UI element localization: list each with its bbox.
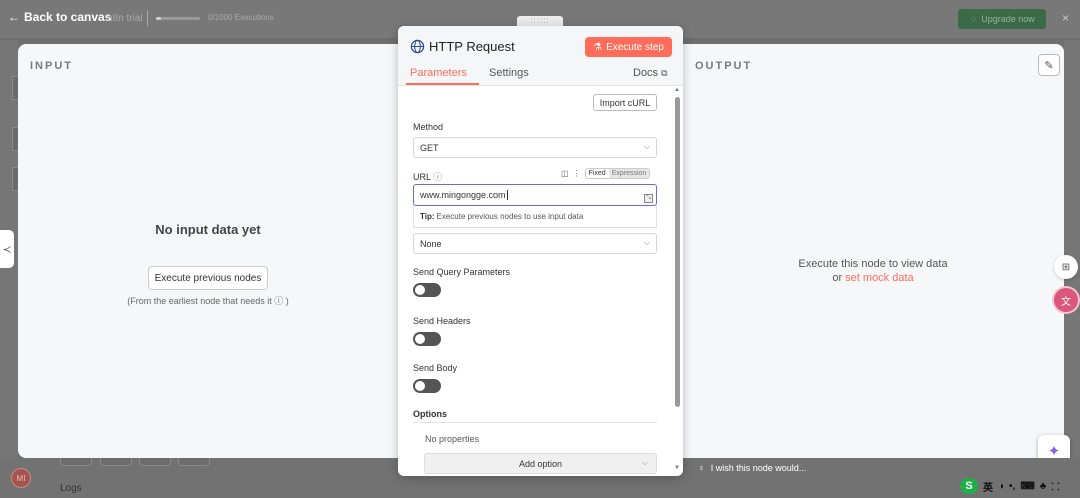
panel-icon[interactable]: ◫ <box>561 169 569 178</box>
execute-step-label: Execute step <box>606 41 664 53</box>
output-empty-message: Execute this node to view data or set mo… <box>682 257 1064 285</box>
dialog-title: HTTP Request <box>429 39 515 54</box>
info-icon: ⓘ <box>433 172 443 182</box>
lightbulb-icon: ♀ <box>698 463 705 473</box>
send-query-parameters-label: Send Query Parameters <box>413 267 511 277</box>
back-to-canvas-label: Back to canvas <box>24 10 112 24</box>
authentication-select[interactable]: None ⌵ <box>413 233 657 254</box>
dialog-body: ▲ ▼ Import cURL Method GET ⌵ URL ⓘ ◫ ⋮ F… <box>398 87 683 476</box>
executions-progress-bar <box>156 17 200 20</box>
tip-text: Execute previous nodes to use input data <box>436 212 584 221</box>
authentication-value: None <box>420 238 442 249</box>
right-background-strip <box>1064 40 1080 458</box>
http-request-dialog: HTTP Request ⚗ Execute step Parameters S… <box>398 26 683 476</box>
import-curl-button[interactable]: Import cURL <box>593 94 657 111</box>
method-label: Method <box>413 122 444 132</box>
globe-icon <box>410 39 425 54</box>
divider <box>147 10 148 26</box>
url-label-text: URL <box>413 172 431 182</box>
execute-step-button[interactable]: ⚗ Execute step <box>585 37 672 57</box>
fixed-option[interactable]: Fixed <box>585 169 609 178</box>
gem-icon: ♢ <box>969 13 978 24</box>
output-panel: OUTPUT ✎ Execute this node to view data … <box>682 44 1064 458</box>
expand-editor-icon[interactable]: ⤡ <box>644 194 653 203</box>
avatar[interactable]: MI <box>11 468 31 488</box>
bottom-tab <box>100 458 132 466</box>
or-text: or <box>832 272 846 284</box>
ime-keyboard-icon[interactable]: ⌨ <box>1020 481 1034 492</box>
ime-user-icon[interactable]: ♣ <box>1040 481 1047 492</box>
send-headers-toggle[interactable] <box>413 332 441 346</box>
method-select[interactable]: GET ⌵ <box>413 137 657 158</box>
output-heading: OUTPUT <box>695 60 753 72</box>
dialog-drag-handle[interactable]: :::::: <box>517 16 563 26</box>
tip-label: Tip: <box>420 212 435 221</box>
input-panel: INPUT No input data yet Execute previous… <box>18 44 398 458</box>
wish-text: I wish this node would... <box>710 463 807 473</box>
bottom-tab <box>178 458 210 466</box>
set-mock-data-link[interactable]: set mock data <box>845 272 913 284</box>
tab-parameters[interactable]: Parameters <box>410 67 467 79</box>
tab-settings[interactable]: Settings <box>489 67 529 79</box>
ime-menu-icon[interactable]: ⸬ <box>1051 479 1059 493</box>
close-icon[interactable]: × <box>1062 11 1069 25</box>
options-label: Options <box>413 409 447 419</box>
panel-toggle-icon[interactable]: ≺ <box>0 230 14 268</box>
expression-option[interactable]: Expression <box>608 169 650 178</box>
url-input[interactable]: www.mingongge.com ⤡ <box>413 184 657 206</box>
fixed-expression-toggle[interactable]: Fixed Expression <box>584 168 651 179</box>
pencil-icon[interactable]: ✎ <box>1038 54 1060 76</box>
dialog-header: HTTP Request ⚗ Execute step Parameters S… <box>398 26 683 86</box>
docs-label: Docs <box>633 67 659 79</box>
method-value: GET <box>420 142 439 153</box>
tab-docs[interactable]: Docs ⧉ <box>633 67 668 79</box>
add-option-label: Add option <box>518 458 563 469</box>
ime-logo-icon[interactable]: S <box>960 478 978 494</box>
scroll-down-icon[interactable]: ▼ <box>674 465 680 471</box>
chevron-down-icon: ⌵ <box>641 458 648 467</box>
trial-label: n8n trial <box>107 13 143 24</box>
send-query-parameters-toggle[interactable] <box>413 283 441 297</box>
upgrade-now-label: Upgrade now <box>981 14 1035 24</box>
ime-language-toggle[interactable]: 英 <box>983 479 993 494</box>
input-heading: INPUT <box>30 60 73 72</box>
ime-toolbar: S 英 ◑ •, ⌨ ♣ ⸬ <box>960 478 1060 494</box>
arrow-left-icon: ← <box>8 10 20 24</box>
bottom-tab <box>139 458 171 466</box>
tip-box: Tip: Execute previous nodes to use input… <box>413 206 657 228</box>
feedback-prompt[interactable]: ♀ I wish this node would... <box>698 463 806 473</box>
external-link-icon: ⧉ <box>661 67 668 78</box>
send-body-toggle[interactable] <box>413 379 441 393</box>
ime-moon-icon[interactable]: ◑ <box>998 481 1004 492</box>
active-tab-indicator <box>406 83 479 85</box>
bottom-tab <box>60 458 92 466</box>
divider <box>413 422 657 423</box>
execute-to-view-text: Execute this node to view data <box>798 258 948 270</box>
send-headers-label: Send Headers <box>413 316 471 326</box>
back-to-canvas-link[interactable]: ← Back to canvas <box>8 10 111 24</box>
chevron-down-icon: ⌵ <box>643 142 650 151</box>
url-tools: ◫ ⋮ Fixed Expression <box>561 168 651 179</box>
add-option-select[interactable]: Add option ⌵ <box>424 453 657 474</box>
text-caret <box>506 190 508 200</box>
translate-icon[interactable]: 文 <box>1054 288 1078 312</box>
no-properties-text: No properties <box>425 434 480 444</box>
upgrade-now-button[interactable]: ♢ Upgrade now <box>958 9 1046 29</box>
flask-icon: ⚗ <box>593 41 603 53</box>
send-body-label: Send Body <box>413 363 458 373</box>
url-value: www.mingongge.com <box>420 190 506 200</box>
more-vertical-icon[interactable]: ⋮ <box>573 169 581 178</box>
url-label: URL ⓘ <box>413 170 442 183</box>
no-input-title: No input data yet <box>155 222 261 237</box>
execute-previous-nodes-button[interactable]: Execute previous nodes <box>148 266 268 290</box>
chevron-down-icon: ⌵ <box>643 238 650 247</box>
scroll-up-icon[interactable]: ▲ <box>674 87 680 93</box>
scrollbar[interactable] <box>675 97 680 407</box>
executions-count: 0/1000 Executions <box>208 13 274 22</box>
logs-label[interactable]: Logs <box>60 483 82 494</box>
ime-punctuation-icon[interactable]: •, <box>1009 481 1015 492</box>
earliest-node-hint: (From the earliest node that needs it ⓘ … <box>127 296 289 306</box>
grid-plus-icon[interactable]: ⊞ <box>1054 255 1078 279</box>
